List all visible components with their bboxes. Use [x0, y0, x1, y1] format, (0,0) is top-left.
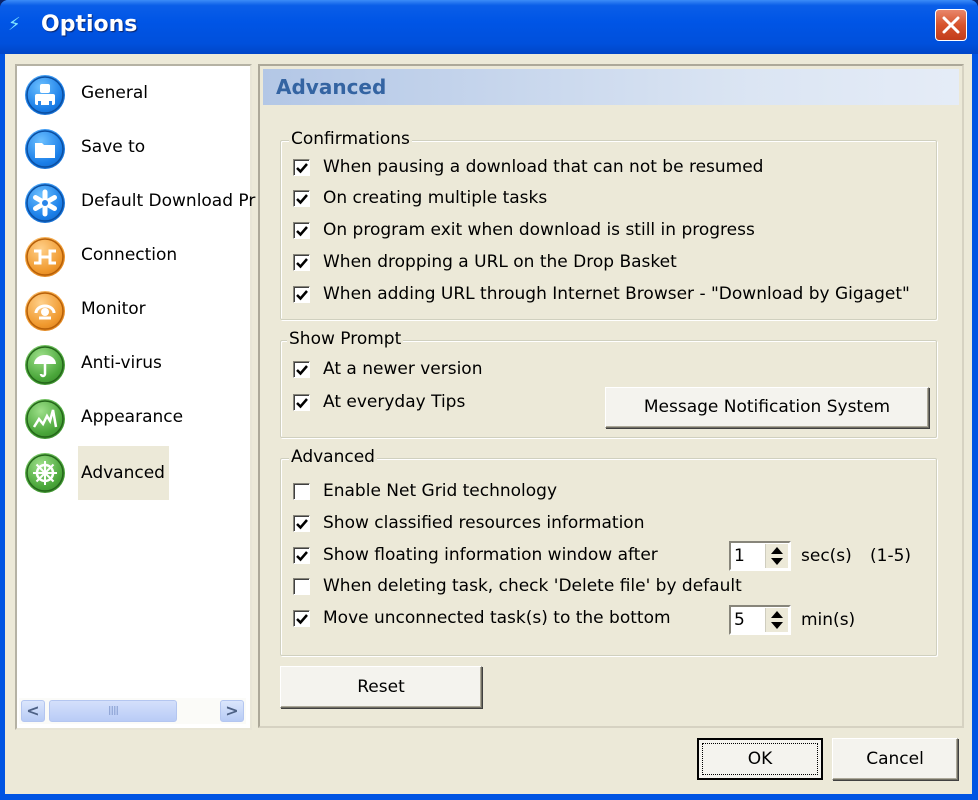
sidebar-item-save-to[interactable]: Save to	[17, 122, 250, 176]
checkbox[interactable]	[293, 394, 310, 411]
up-down-arrows-icon	[771, 547, 783, 565]
cancel-button[interactable]: Cancel	[832, 738, 958, 780]
scroll-left-button[interactable]: <	[21, 700, 45, 722]
chart-wave-icon	[25, 399, 65, 439]
sidebar-item-label: Appearance	[81, 407, 184, 427]
options-dialog: ⚡ Options General Save to Default Downlo…	[0, 0, 978, 800]
checkbox[interactable]	[293, 515, 310, 532]
sidebar-item-anti-virus[interactable]: Anti-virus	[17, 338, 250, 392]
checkmark-icon	[296, 614, 308, 625]
advanced-group: Advanced Enable Net Grid technology Show…	[280, 447, 937, 656]
sidebar-item-label: Connection	[81, 245, 178, 265]
checkbox-label: Show classified resources information	[323, 513, 645, 533]
chevron-left-icon: <	[26, 701, 40, 720]
dialog-body: General Save to Default Download Pr Conn…	[5, 54, 972, 794]
grip-icon: IIII	[107, 704, 119, 718]
checkbox-label: Show floating information window after	[323, 545, 658, 565]
spinner-value[interactable]: 1	[734, 546, 745, 566]
panel-header: Advanced	[263, 69, 959, 105]
user-icon	[25, 75, 65, 115]
checkmark-icon	[296, 551, 308, 562]
checkbox-label: When adding URL through Internet Browser…	[323, 284, 910, 304]
sidebar-item-connection[interactable]: Connection	[17, 230, 250, 284]
checkbox[interactable]	[293, 483, 310, 500]
checkbox-label: When pausing a download that can not be …	[323, 157, 764, 177]
horizontal-scrollbar[interactable]: < IIII >	[19, 698, 246, 724]
title-bar[interactable]: ⚡ Options	[0, 0, 978, 54]
move-bottom-minutes-spinner[interactable]: 5	[729, 605, 791, 635]
show-prompt-group: Show Prompt At a newer version At everyd…	[280, 329, 937, 438]
checkmark-icon	[296, 365, 308, 376]
minutes-unit: min(s)	[801, 610, 856, 630]
scroll-thumb[interactable]: IIII	[49, 700, 177, 722]
checkbox-label: On creating multiple tasks	[323, 188, 548, 208]
checkbox[interactable]	[293, 159, 310, 176]
float-window-seconds-spinner[interactable]: 1	[729, 541, 791, 571]
window-title: Options	[41, 12, 138, 37]
sidebar-item-label: Advanced	[78, 446, 169, 500]
checkbox-label: On program exit when download is still i…	[323, 220, 755, 240]
up-down-arrows-icon	[771, 611, 783, 629]
sidebar-item-monitor[interactable]: Monitor	[17, 284, 250, 338]
checkbox-label: Enable Net Grid technology	[323, 481, 558, 501]
checkbox[interactable]	[293, 254, 310, 271]
app-icon: ⚡	[8, 14, 21, 35]
scroll-right-button[interactable]: >	[220, 700, 244, 722]
group-title: Show Prompt	[287, 329, 404, 349]
sidebar-item-label: Save to	[81, 137, 146, 157]
checkbox-label: When dropping a URL on the Drop Basket	[323, 252, 677, 272]
monitor-icon	[25, 291, 65, 331]
sidebar-item-label: Default Download Pr	[81, 191, 256, 211]
checkbox[interactable]	[293, 578, 310, 595]
checkbox-label: At a newer version	[323, 359, 483, 379]
checkmark-icon	[296, 258, 308, 269]
checkbox[interactable]	[293, 286, 310, 303]
checkmark-icon	[296, 519, 308, 530]
panel-title: Advanced	[276, 75, 387, 99]
checkmark-icon	[296, 194, 308, 205]
spinner-arrows[interactable]	[765, 544, 788, 568]
category-list: General Save to Default Download Pr Conn…	[15, 64, 255, 730]
sidebar-item-label: General	[81, 83, 148, 103]
close-icon	[942, 16, 960, 34]
settings-panel: Advanced Confirmations When pausing a do…	[258, 64, 964, 728]
checkmark-icon	[296, 398, 308, 409]
checkbox[interactable]	[293, 222, 310, 239]
connection-icon	[25, 237, 65, 277]
checkbox[interactable]	[293, 190, 310, 207]
umbrella-icon	[25, 345, 65, 385]
sidebar-item-advanced[interactable]: Advanced	[17, 446, 250, 500]
group-title: Advanced	[289, 447, 377, 467]
checkbox-label: At everyday Tips	[323, 392, 466, 412]
message-notification-button[interactable]: Message Notification System	[605, 387, 929, 428]
folder-icon	[25, 129, 65, 169]
spinner-arrows[interactable]	[765, 608, 788, 632]
checkbox[interactable]	[293, 610, 310, 627]
checkmark-icon	[296, 163, 308, 174]
checkbox-label: Move unconnected task(s) to the bottom	[323, 608, 671, 628]
asterisk-icon	[25, 183, 65, 223]
checkbox-label: When deleting task, check 'Delete file' …	[323, 576, 742, 596]
group-title: Confirmations	[289, 129, 412, 149]
close-button[interactable]	[935, 9, 967, 41]
chevron-right-icon: >	[225, 701, 239, 720]
seconds-range: (1-5)	[870, 546, 912, 566]
checkmark-icon	[296, 226, 308, 237]
sidebar-item-label: Anti-virus	[81, 353, 162, 373]
sidebar-item-general[interactable]: General	[17, 68, 250, 122]
seconds-unit: sec(s)	[801, 546, 852, 566]
checkmark-icon	[296, 290, 308, 301]
checkbox[interactable]	[293, 361, 310, 378]
confirmations-group: Confirmations When pausing a download th…	[280, 129, 937, 320]
spinner-value[interactable]: 5	[734, 610, 745, 630]
ok-button[interactable]: OK	[697, 738, 823, 780]
ship-wheel-icon	[25, 453, 65, 493]
sidebar-item-default-download[interactable]: Default Download Pr	[17, 176, 255, 230]
reset-button[interactable]: Reset	[280, 666, 482, 708]
sidebar-item-label: Monitor	[81, 299, 146, 319]
sidebar-item-appearance[interactable]: Appearance	[17, 392, 250, 446]
checkbox[interactable]	[293, 547, 310, 564]
